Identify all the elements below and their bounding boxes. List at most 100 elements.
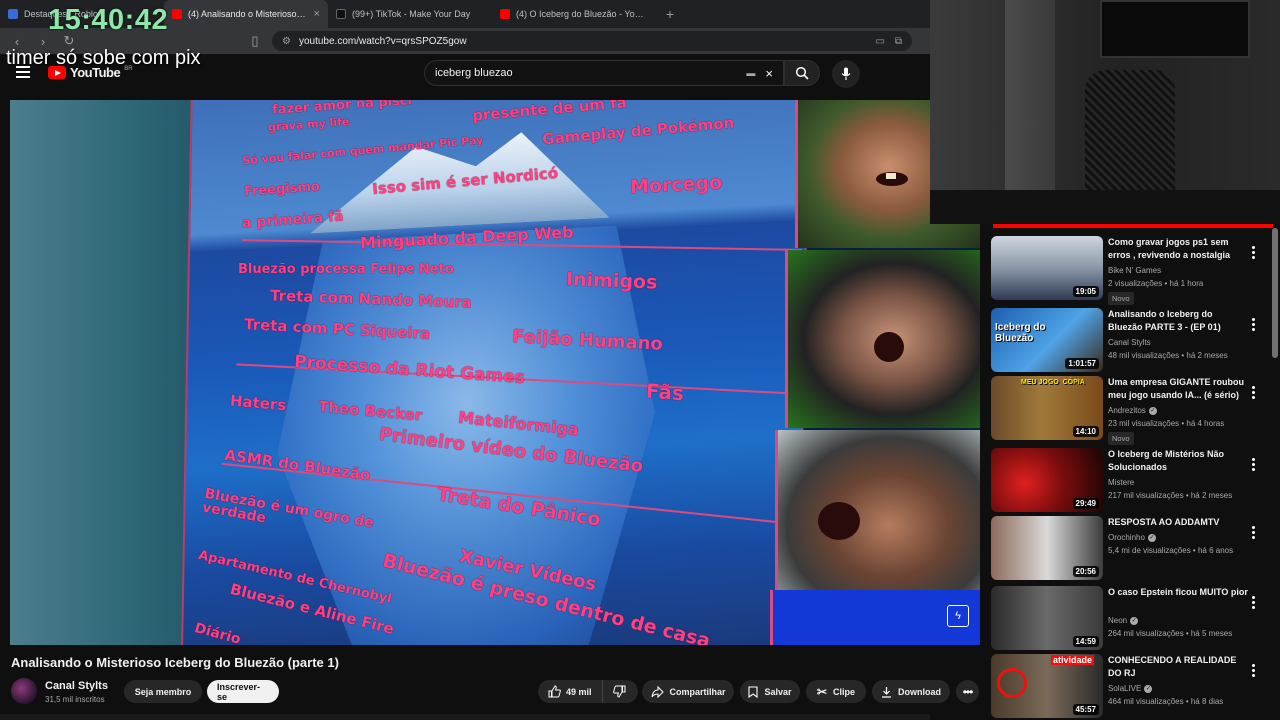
video-thumbnail[interactable]: 29:49 [991, 448, 1103, 512]
sidebar-scrollbar[interactable] [1272, 228, 1278, 358]
recommended-video[interactable]: 19:05 Como gravar jogos ps1 sem erros , … [990, 236, 1268, 305]
tab-title: (4) O Iceberg do Bluezão - YouTube [516, 9, 648, 19]
address-bar[interactable]: ⚙ youtube.com/watch?v=qrsSPOZ5gow ▭ ⧉ [272, 31, 912, 51]
more-options-icon[interactable] [1252, 246, 1256, 259]
subscribe-button[interactable]: Inscrever-se [207, 680, 279, 703]
like-button[interactable]: 49 mil [538, 680, 603, 703]
clear-search-icon[interactable]: × [765, 66, 773, 81]
tab-title: (99+) TikTok - Make Your Day [352, 9, 471, 19]
recommended-video[interactable]: Iceberg do Bluezão 1:01:57 Analisando o … [990, 308, 1268, 374]
video-title[interactable]: CONHECENDO A REALIDADE DO RJ [1108, 654, 1248, 680]
clip-label: Clipe [833, 686, 856, 697]
channel-name[interactable]: Bike N' Games [1108, 266, 1161, 275]
more-options-icon[interactable] [1252, 458, 1256, 471]
channel-label: Bike N' Games [1108, 266, 1162, 275]
extension-icon[interactable]: ⧉ [895, 36, 902, 47]
lightning-icon[interactable]: ϟ [947, 605, 969, 627]
video-thumbnail[interactable]: 19:05 [991, 236, 1103, 300]
video-duration: 14:59 [1072, 636, 1099, 647]
more-options-icon[interactable] [1252, 664, 1256, 677]
channel-name[interactable]: Orochinho ✓ [1108, 533, 1156, 542]
clip-button[interactable]: ✂ Clipe [806, 680, 866, 703]
thumbs-up-icon [548, 685, 561, 698]
search-button[interactable] [784, 60, 820, 86]
url-text: youtube.com/watch?v=qrsSPOZ5gow [298, 35, 467, 47]
video-thumbnail[interactable]: Iceberg do Bluezão 1:01:57 [991, 308, 1103, 372]
face-image [775, 430, 980, 590]
video-duration: 14:10 [1072, 426, 1099, 437]
browser-tab[interactable]: (99+) TikTok - Make Your Day [328, 0, 492, 28]
video-title: Analisando o Misterioso Iceberg do Bluez… [11, 655, 339, 670]
tab-title: (4) Analisando o Misterioso Iceberg [188, 9, 308, 19]
channel-name[interactable]: Mistere [1108, 478, 1134, 487]
video-title[interactable]: O Iceberg de Mistérios Não Solucionados [1108, 448, 1248, 474]
thumbnail-text: Iceberg do Bluezão [995, 322, 1046, 344]
video-meta: 23 mil visualizações • há 4 horas [1108, 419, 1225, 428]
more-options-icon[interactable] [1252, 596, 1256, 609]
extensions-area: ▭ ⧉ [875, 36, 902, 47]
highlight-circle [997, 668, 1027, 698]
video-thumbnail[interactable]: 20:56 [991, 516, 1103, 580]
more-options-icon[interactable] [1252, 318, 1256, 331]
dislike-button[interactable] [603, 680, 636, 703]
recommended-video[interactable]: 20:56 RESPOSTA AO ADDAMTV Orochinho ✓ 5,4… [990, 516, 1268, 582]
more-options-icon[interactable] [1252, 526, 1256, 539]
close-tab-icon[interactable]: × [314, 8, 320, 20]
more-actions-button[interactable]: ••• [956, 680, 979, 703]
channel-label: Mistere [1108, 478, 1135, 487]
new-tab-button[interactable]: + [656, 0, 684, 28]
thumbnail-text: atividade [1051, 655, 1095, 665]
join-button[interactable]: Seja membro [124, 680, 202, 703]
video-thumbnail[interactable]: atividade 45:57 [991, 654, 1103, 718]
search-input[interactable]: iceberg bluezao ▬ × [424, 60, 784, 86]
webcam-feed [930, 0, 1280, 224]
download-button[interactable]: Download [872, 680, 950, 703]
site-info-icon[interactable]: ⚙ [282, 36, 291, 47]
video-player[interactable]: fazer amor na pisci grava my life presen… [10, 100, 980, 645]
video-meta: 5,4 mi de visualizações • há 6 anos [1108, 546, 1234, 555]
video-title[interactable]: Como gravar jogos ps1 sem erros , revive… [1108, 236, 1248, 262]
more-options-icon[interactable] [1252, 386, 1256, 399]
page-scrollbar[interactable] [0, 714, 930, 720]
iceberg-label: Bluezão processa Felipe Neto [238, 262, 454, 277]
share-label: Compartilhar [669, 686, 726, 697]
recommended-video[interactable]: 29:49 O Iceberg de Mistérios Não Solucio… [990, 448, 1268, 514]
save-button[interactable]: Salvar [740, 680, 800, 703]
video-thumbnail[interactable]: MEU JOGO CÓPIA 14:10 [991, 376, 1103, 440]
browser-tab[interactable]: (4) O Iceberg do Bluezão - YouTube [492, 0, 656, 28]
channel-name[interactable]: Canal Stylts [45, 680, 108, 692]
video-title[interactable]: RESPOSTA AO ADDAMTV [1108, 516, 1248, 529]
bookmark-icon[interactable]: ▯ [248, 33, 262, 49]
channel-label: Andrezitos [1108, 406, 1146, 415]
thumbs-down-icon [612, 685, 626, 698]
verified-icon: ✓ [1144, 684, 1153, 693]
thumbnail-text: MEU JOGO CÓPIA [1021, 379, 1085, 386]
timer-caption: timer só sobe com pix [6, 47, 201, 69]
recommended-video[interactable]: 14:59 O caso Epstein ficou MUITO pior Ne… [990, 586, 1268, 652]
voice-search-button[interactable] [832, 60, 860, 88]
video-title[interactable]: Analisando o Iceberg do Bluezão PARTE 3 … [1108, 308, 1248, 334]
video-thumbnail[interactable]: 14:59 [991, 586, 1103, 650]
channel-name[interactable]: Andrezitos ✓ [1108, 406, 1157, 415]
recommended-video[interactable]: atividade 45:57 CONHECENDO A REALIDADE D… [990, 654, 1268, 720]
stream-timer: 15:40:42 [48, 4, 169, 36]
verified-icon: ✓ [1147, 533, 1156, 542]
video-meta: 2 visualizações • há 1 hora [1108, 279, 1204, 288]
channel-name[interactable]: Neon ✓ [1108, 616, 1139, 625]
channel-name[interactable]: SolaLIVE ✓ [1108, 684, 1153, 693]
recommended-video[interactable]: MEU JOGO CÓPIA 14:10 Uma empresa GIGANTE… [990, 376, 1268, 445]
youtube-favicon-icon [172, 9, 182, 19]
screen-icon[interactable]: ▭ [875, 36, 884, 47]
video-title[interactable]: O caso Epstein ficou MUITO pior [1108, 586, 1248, 599]
share-button[interactable]: Compartilhar [642, 680, 734, 703]
youtube-favicon-icon [500, 9, 510, 19]
keyboard-icon[interactable]: ▬ [746, 68, 755, 78]
video-title[interactable]: Uma empresa GIGANTE roubou meu jogo usan… [1108, 376, 1248, 402]
verified-icon: ✓ [1130, 616, 1139, 625]
channel-avatar[interactable] [11, 678, 37, 704]
channel-label: Canal Stylts [1108, 338, 1151, 347]
channel-name[interactable]: Canal Stylts [1108, 338, 1151, 347]
browser-tab-active[interactable]: (4) Analisando o Misterioso Iceberg × [164, 0, 328, 28]
channel-label: SolaLIVE [1108, 684, 1142, 693]
channel-label: Neon [1108, 616, 1128, 625]
